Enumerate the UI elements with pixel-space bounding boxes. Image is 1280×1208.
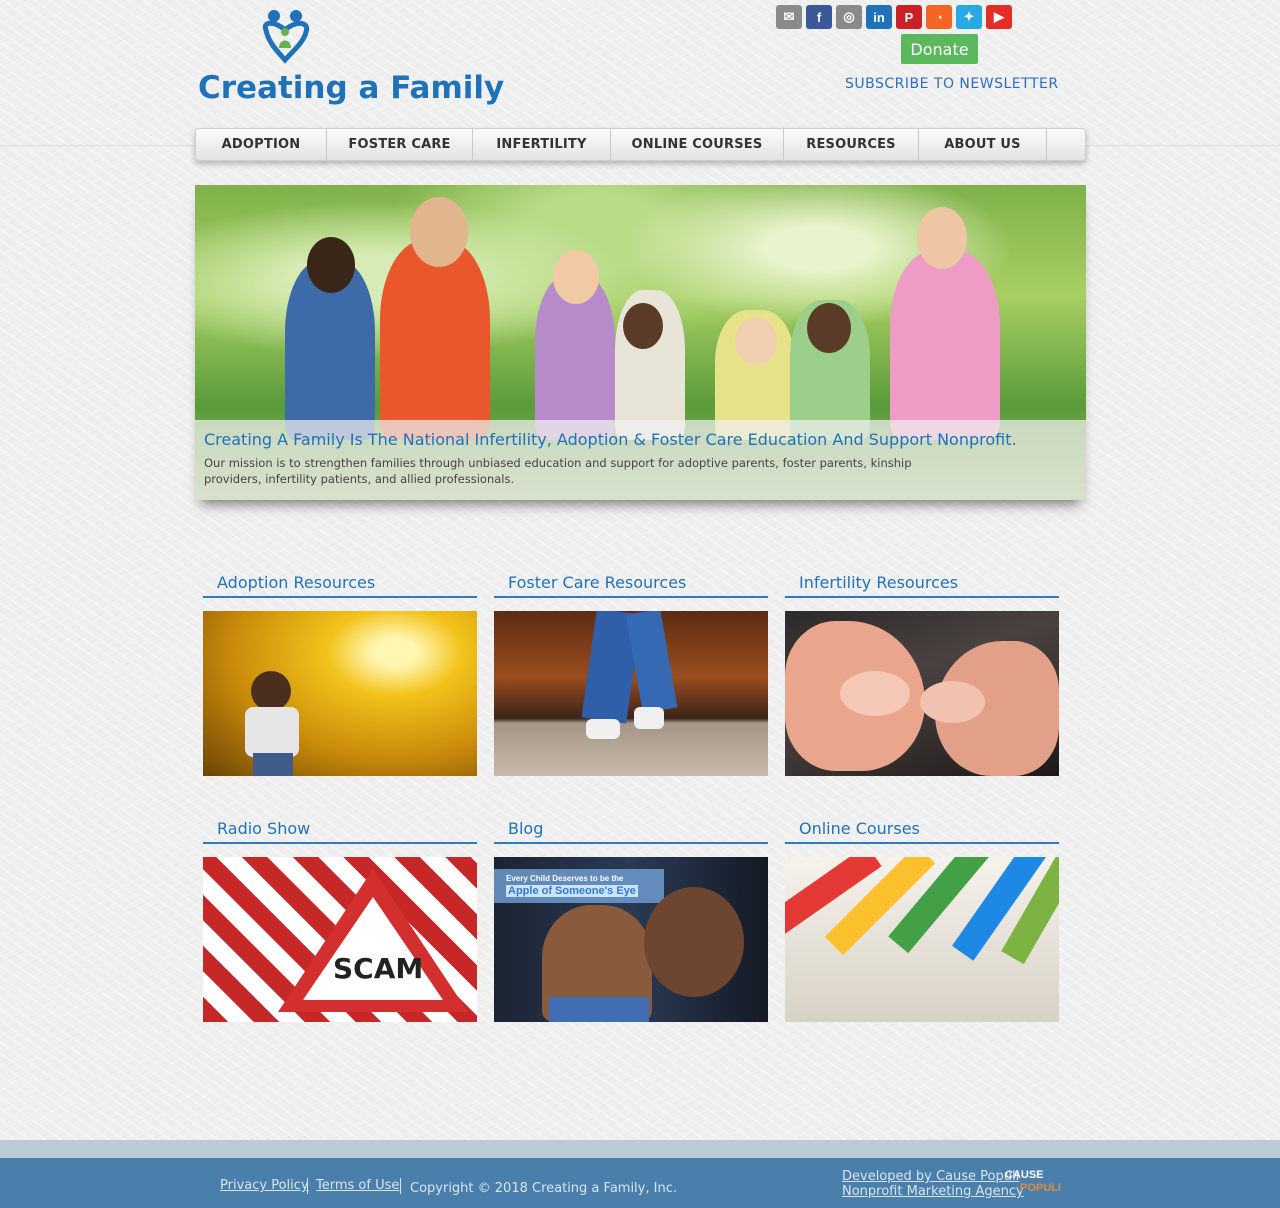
card-title[interactable]: Radio Show <box>203 816 477 844</box>
site-logo[interactable]: Creating a Family <box>198 8 504 108</box>
nav-about-us[interactable]: ABOUT US <box>919 129 1047 160</box>
radio-show-scam-photo[interactable]: SCAM <box>203 857 477 1022</box>
card-adoption-resources[interactable]: Adoption Resources <box>203 570 477 776</box>
terms-of-use-link[interactable]: Terms of Use <box>316 1178 399 1193</box>
agency-logo-populi[interactable]: POPULI <box>1020 1182 1061 1194</box>
email-icon[interactable]: ✉ <box>776 5 802 29</box>
card-title[interactable]: Foster Care Resources <box>494 570 768 598</box>
card-title[interactable]: Blog <box>494 816 768 844</box>
pinterest-icon[interactable]: P <box>896 5 922 29</box>
infertility-photo[interactable] <box>785 611 1059 776</box>
linkedin-icon[interactable]: in <box>866 5 892 29</box>
blog-photo[interactable]: Every Child Deserves to be the Apple of … <box>494 857 768 1022</box>
footer: Privacy Policy Terms of Use Copyright © … <box>0 1158 1280 1208</box>
footer-top-band <box>0 1140 1280 1158</box>
blog-banner-line1: Every Child Deserves to be the <box>506 874 624 883</box>
copyright-text: Copyright © 2018 Creating a Family, Inc. <box>410 1181 677 1196</box>
twitter-icon[interactable]: ✦ <box>956 5 982 29</box>
footer-separator <box>400 1178 401 1194</box>
card-foster-care-resources[interactable]: Foster Care Resources <box>494 570 768 776</box>
card-radio-show[interactable]: Radio Show SCAM <box>203 816 477 1022</box>
nav-foster-care[interactable]: FOSTER CARE <box>327 129 473 160</box>
donate-button[interactable]: Donate <box>901 34 978 64</box>
scam-label: SCAM <box>333 952 424 985</box>
main-nav: ADOPTION FOSTER CARE INFERTILITY ONLINE COU… <box>195 128 1086 161</box>
card-blog[interactable]: Blog Every Child Deserves to be the Appl… <box>494 816 768 1022</box>
nav-online-courses[interactable]: ONLINE COURSES <box>611 129 784 160</box>
developed-by-link[interactable]: Developed by Cause Populi <box>842 1169 1019 1184</box>
nav-infertility[interactable]: INFERTILITY <box>473 129 611 160</box>
rss-icon[interactable]: ◔ <box>926 5 952 29</box>
card-title[interactable]: Infertility Resources <box>785 570 1059 598</box>
card-online-courses[interactable]: Online Courses <box>785 816 1059 1022</box>
agency-link[interactable]: Nonprofit Marketing Agency <box>842 1184 1024 1199</box>
card-title[interactable]: Online Courses <box>785 816 1059 844</box>
nav-resources[interactable]: RESOURCES <box>784 129 919 160</box>
hero-mission-text: Our mission is to strengthen families th… <box>204 456 912 486</box>
logo-text: Creating a Family <box>198 70 505 106</box>
hero-banner: Creating A Family Is The National Infert… <box>195 185 1086 500</box>
online-courses-pencils-photo[interactable] <box>785 857 1059 1022</box>
adoption-photo[interactable] <box>203 611 477 776</box>
agency-logo-cause[interactable]: CAUSE <box>1005 1169 1044 1181</box>
hero-caption: Creating A Family Is The National Infert… <box>195 420 1086 500</box>
privacy-policy-link[interactable]: Privacy Policy <box>220 1178 309 1193</box>
subscribe-newsletter-link[interactable]: SUBSCRIBE TO NEWSLETTER <box>845 76 1059 92</box>
family-heart-logo-icon <box>262 10 310 64</box>
footer-separator <box>307 1178 308 1194</box>
card-title[interactable]: Adoption Resources <box>203 570 477 598</box>
hero-title: Creating A Family Is The National Infert… <box>204 430 1017 449</box>
card-infertility-resources[interactable]: Infertility Resources <box>785 570 1059 776</box>
instagram-icon[interactable]: ◎ <box>836 5 862 29</box>
youtube-icon[interactable]: ▶ <box>986 5 1012 29</box>
social-links: ✉ f ◎ in P ◔ ✦ ▶ <box>776 5 1012 29</box>
nav-adoption[interactable]: ADOPTION <box>196 129 327 160</box>
scam-warning-icon <box>278 869 468 1012</box>
facebook-icon[interactable]: f <box>806 5 832 29</box>
blog-banner-line2: Apple of Someone's Eye <box>506 885 638 897</box>
foster-care-photo[interactable] <box>494 611 768 776</box>
